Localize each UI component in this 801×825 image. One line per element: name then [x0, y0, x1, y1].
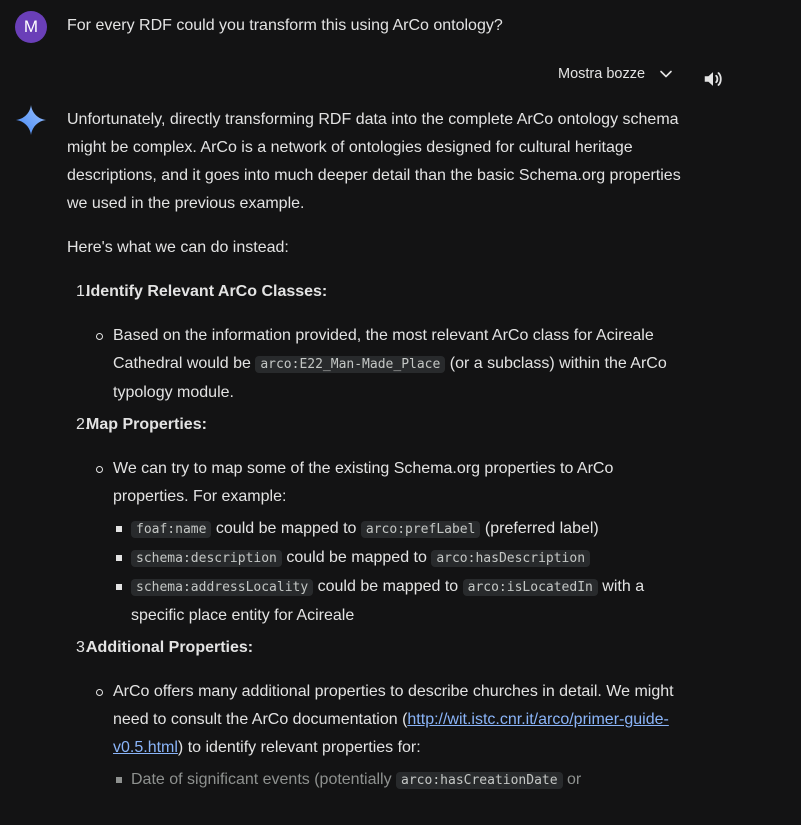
- bullet-item: We can try to map some of the existing S…: [67, 455, 687, 511]
- bullet-circle-icon: [96, 333, 103, 340]
- sub-bullet-item: schema:addressLocality could be mapped t…: [67, 573, 687, 630]
- chat-page: M For every RDF could you transform this…: [0, 0, 801, 825]
- bullet-circle-icon: [96, 466, 103, 473]
- bullet-square-icon: [116, 526, 122, 532]
- bullet-text: We can try to map some of the existing S…: [113, 460, 614, 505]
- step-number: 3.: [76, 639, 90, 656]
- inline-code: arco:prefLabel: [360, 521, 481, 538]
- inline-code: arco:isLocatedIn: [462, 579, 598, 596]
- sub-bullet-text: or: [562, 771, 582, 788]
- response-intro: Unfortunately, directly transforming RDF…: [67, 111, 681, 212]
- sub-bullet-text: could be mapped to: [313, 578, 463, 595]
- sub-bullet-text: could be mapped to: [281, 549, 432, 566]
- show-drafts-button[interactable]: Mostra bozze: [558, 66, 673, 82]
- inline-code: arco:E22_Man-Made_Place: [255, 356, 446, 373]
- inline-code: arco:hasCreationDate: [396, 772, 563, 789]
- step-number: 2.: [76, 416, 90, 433]
- response-lead: Here's what we can do instead:: [67, 239, 289, 256]
- step-number: 1.: [76, 283, 90, 300]
- bullet-square-icon: [116, 584, 122, 590]
- inline-code: arco:hasDescription: [431, 550, 591, 567]
- step-title: Identify Relevant ArCo Classes:: [86, 283, 328, 300]
- sub-bullet-text: Date of significant events (potentially: [131, 771, 397, 788]
- bullet-square-icon: [116, 777, 122, 783]
- model-response: Unfortunately, directly transforming RDF…: [67, 106, 687, 795]
- sub-bullet-item: foaf:name could be mapped to arco:prefLa…: [67, 515, 687, 544]
- step-item: 1. Identify Relevant ArCo Classes: Based…: [67, 278, 687, 407]
- chevron-down-icon: [660, 70, 672, 78]
- step-title: Additional Properties:: [86, 639, 254, 656]
- inline-code: foaf:name: [131, 521, 212, 538]
- user-query-text: For every RDF could you transform this u…: [67, 17, 503, 34]
- inline-code: schema:addressLocality: [131, 579, 314, 596]
- user-message-row: M For every RDF could you transform this…: [15, 11, 503, 43]
- show-drafts-label: Mostra bozze: [558, 66, 646, 82]
- avatar[interactable]: M: [15, 11, 47, 43]
- sub-bullet-text: could be mapped to: [211, 520, 361, 537]
- step-item: 2. Map Properties: We can try to map som…: [67, 411, 687, 630]
- bullet-text: ) to identify relevant properties for:: [177, 739, 421, 756]
- inline-code: schema:description: [131, 550, 282, 567]
- bullet-circle-icon: [96, 689, 103, 696]
- gemini-spark-icon: [16, 105, 46, 135]
- bullet-item: Based on the information provided, the m…: [67, 322, 687, 407]
- sub-bullet-text: (preferred label): [480, 520, 599, 537]
- speaker-icon[interactable]: [702, 68, 724, 90]
- sub-bullet-item: Date of significant events (potentially …: [67, 766, 687, 795]
- bullet-item: ArCo offers many additional properties t…: [67, 678, 687, 762]
- bullet-square-icon: [116, 555, 122, 561]
- step-item: 3. Additional Properties: ArCo offers ma…: [67, 634, 687, 795]
- sub-bullet-item: schema:description could be mapped to ar…: [67, 544, 687, 573]
